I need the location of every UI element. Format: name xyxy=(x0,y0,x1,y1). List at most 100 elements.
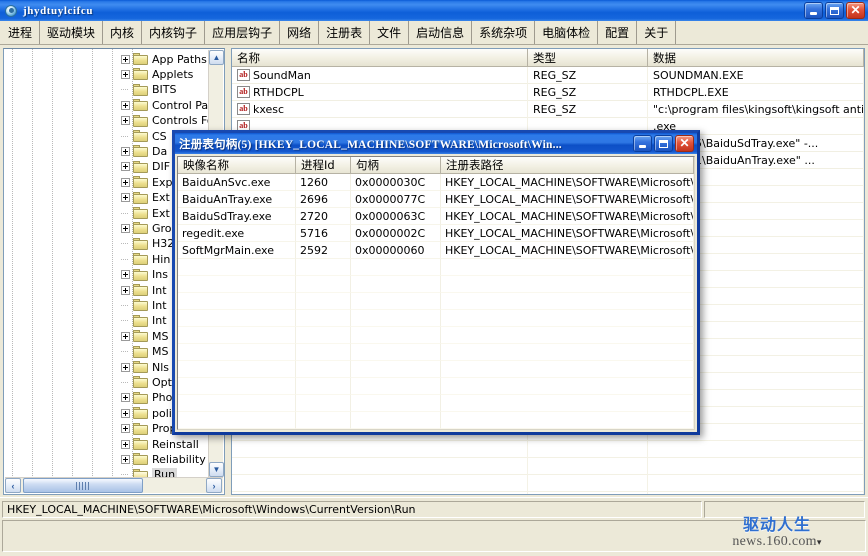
dialog-maximize-button[interactable] xyxy=(654,135,673,152)
tree-node-label: Reinstall xyxy=(152,437,199,451)
tree-node[interactable]: CS xyxy=(121,128,167,144)
expand-plus-icon[interactable] xyxy=(121,285,130,295)
handles-listview[interactable]: 映像名称 进程Id 句柄 注册表路径 BaiduAnSvc.exe 1260 0x0000… xyxy=(177,156,695,430)
close-button[interactable]: ✕ xyxy=(846,2,865,19)
tab-0[interactable]: 进程 xyxy=(0,21,41,44)
tree-node[interactable]: Gro xyxy=(121,220,172,236)
handles-header[interactable]: 映像名称 进程Id 句柄 注册表路径 xyxy=(178,157,694,174)
handles-body[interactable]: BaiduAnSvc.exe 1260 0x0000030C HKEY_LOCAL_M… xyxy=(178,174,694,429)
folder-icon xyxy=(133,314,148,327)
expand-plus-icon[interactable] xyxy=(121,146,130,156)
table-row[interactable]: BaiduAnTray.exe 2696 0x0000077C HKEY_LOCAL_… xyxy=(178,191,694,208)
table-row[interactable]: regedit.exe 5716 0x0000002C HKEY_LOCAL_MACH… xyxy=(178,225,694,242)
expand-plus-icon[interactable] xyxy=(121,408,130,418)
tab-2[interactable]: 内核 xyxy=(103,21,143,44)
tab-11[interactable]: 配置 xyxy=(598,21,638,44)
tree-node[interactable]: Int xyxy=(121,282,167,298)
expand-plus-icon[interactable] xyxy=(121,193,130,203)
registry-handles-dialog[interactable]: 注册表句柄(5) [HKEY_LOCAL_MACHINE\SOFTWARE\Mi… xyxy=(172,130,700,435)
maximize-button[interactable] xyxy=(825,2,844,19)
close-icon: ✕ xyxy=(850,3,861,17)
handles-column-header[interactable]: 注册表路径 xyxy=(441,157,694,174)
tree-node[interactable]: Exp xyxy=(121,174,172,190)
listview-column-header[interactable]: 类型 xyxy=(528,49,648,67)
expand-plus-icon[interactable] xyxy=(121,270,130,280)
expand-plus-icon[interactable] xyxy=(121,362,130,372)
tree-node[interactable]: Opt xyxy=(121,374,172,390)
tree-node[interactable]: App Paths xyxy=(121,51,207,67)
expand-plus-icon[interactable] xyxy=(121,424,130,434)
tree-node[interactable]: Control Pan xyxy=(121,97,209,113)
chevron-left-icon[interactable]: ‹ xyxy=(5,478,21,493)
handles-column-header[interactable]: 进程Id xyxy=(296,157,351,174)
expand-plus-icon[interactable] xyxy=(121,393,130,403)
tree-node[interactable]: Int xyxy=(121,297,167,313)
cell-image-name: BaiduAnSvc.exe xyxy=(178,174,296,191)
string-value-icon: ab xyxy=(237,69,250,81)
tree-node[interactable]: BITS xyxy=(121,82,177,98)
h-scroll-thumb[interactable] xyxy=(23,478,143,493)
table-row[interactable]: SoftMgrMain.exe 2592 0x00000060 HKEY_LOCAL_… xyxy=(178,242,694,259)
expand-plus-icon[interactable] xyxy=(121,454,130,464)
listview-column-header[interactable]: 数据 xyxy=(648,49,864,67)
tab-4[interactable]: 应用层钩子 xyxy=(205,21,281,44)
tree-node[interactable]: Reliability xyxy=(121,451,206,467)
table-row[interactable]: ab SoundMan REG_SZ SOUNDMAN.EXE xyxy=(232,66,864,84)
expand-plus-icon[interactable] xyxy=(121,69,130,79)
tab-7[interactable]: 文件 xyxy=(370,21,410,44)
tree-node[interactable]: Da xyxy=(121,143,167,159)
tree-node[interactable]: poli xyxy=(121,405,172,421)
empty-row xyxy=(232,475,864,492)
tree-node[interactable]: MS xyxy=(121,344,168,360)
tab-12[interactable]: 关于 xyxy=(637,21,677,44)
chevron-up-icon[interactable]: ▲ xyxy=(209,50,224,65)
expand-plus-icon[interactable] xyxy=(121,54,130,64)
tab-10[interactable]: 电脑体检 xyxy=(535,21,599,44)
tree-node[interactable]: Ins xyxy=(121,267,168,283)
tab-1[interactable]: 驱动模块 xyxy=(40,21,104,44)
dialog-minimize-button[interactable] xyxy=(633,135,652,152)
handles-column-header[interactable]: 句柄 xyxy=(351,157,441,174)
tree-horizontal-scrollbar[interactable]: ‹ › xyxy=(5,477,223,493)
tab-8[interactable]: 启动信息 xyxy=(409,21,473,44)
expand-plus-icon[interactable] xyxy=(121,439,130,449)
tree-node[interactable]: MS xyxy=(121,328,168,344)
tree-node[interactable]: Ext xyxy=(121,190,170,206)
listview-column-header[interactable]: 名称 xyxy=(232,49,528,67)
minimize-button[interactable] xyxy=(804,2,823,19)
tree-node[interactable]: Nls xyxy=(121,359,169,375)
tree-node-label: Ext xyxy=(152,191,170,205)
tree-node[interactable]: Pho xyxy=(121,390,172,406)
expand-plus-icon[interactable] xyxy=(121,100,130,110)
expand-plus-icon[interactable] xyxy=(121,223,130,233)
bottom-output-panel[interactable] xyxy=(2,520,866,552)
tree-node[interactable]: Ext xyxy=(121,205,170,221)
listview-header[interactable]: 名称 类型 数据 xyxy=(232,49,864,67)
handles-column-header[interactable]: 映像名称 xyxy=(178,157,296,174)
expand-plus-icon[interactable] xyxy=(121,162,130,172)
dialog-close-button[interactable]: ✕ xyxy=(675,135,694,152)
expand-plus-icon[interactable] xyxy=(121,331,130,341)
table-row[interactable]: BaiduAnSvc.exe 1260 0x0000030C HKEY_LOCAL_M… xyxy=(178,174,694,191)
tab-6[interactable]: 注册表 xyxy=(319,21,371,44)
table-row[interactable]: BaiduSdTray.exe 2720 0x0000063C HKEY_LOCAL_… xyxy=(178,208,694,225)
column-header-label: 类型 xyxy=(533,50,556,65)
tree-node[interactable]: Applets xyxy=(121,66,193,82)
expand-plus-icon[interactable] xyxy=(121,116,130,126)
table-row[interactable]: ab kxesc REG_SZ "c:\program files\kingsoft\… xyxy=(232,100,864,118)
chevron-right-icon[interactable]: › xyxy=(206,478,222,493)
tree-node[interactable]: Int xyxy=(121,313,167,329)
tree-node[interactable]: H32 xyxy=(121,236,174,252)
tree-node[interactable]: Reinstall xyxy=(121,436,199,452)
cell-type: REG_SZ xyxy=(528,100,648,118)
table-row[interactable]: ab RTHDCPL REG_SZ RTHDCPL.EXE xyxy=(232,83,864,101)
tree-node-label: Nls xyxy=(152,360,170,374)
tab-3[interactable]: 内核钩子 xyxy=(142,21,206,44)
tab-5[interactable]: 网络 xyxy=(280,21,320,44)
tree-node[interactable]: Controls Fol xyxy=(121,113,209,129)
tree-node[interactable]: Hin xyxy=(121,251,170,267)
chevron-down-icon[interactable]: ▼ xyxy=(209,462,224,477)
tree-node[interactable]: DIF xyxy=(121,159,170,175)
expand-plus-icon[interactable] xyxy=(121,177,130,187)
tab-9[interactable]: 系统杂项 xyxy=(472,21,536,44)
